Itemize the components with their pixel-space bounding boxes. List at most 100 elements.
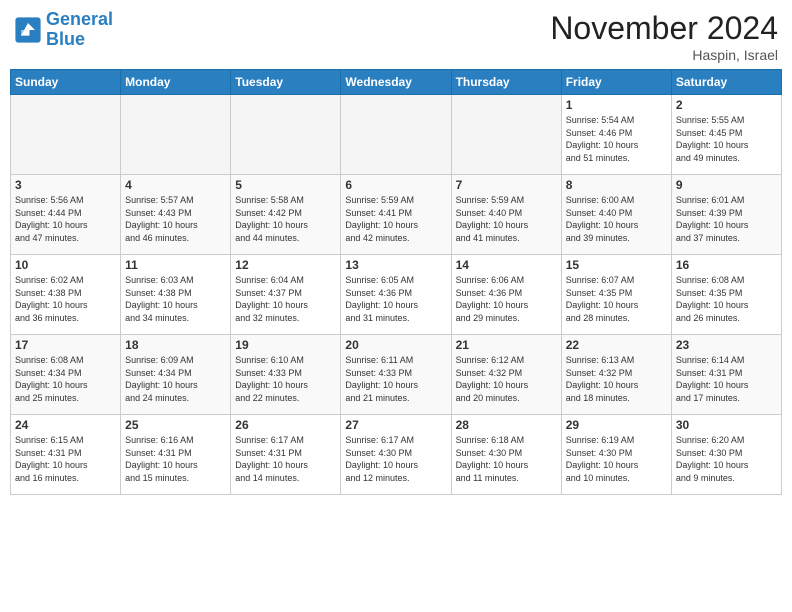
day-number: 18 <box>125 338 226 352</box>
month-title: November 2024 <box>550 10 778 47</box>
calendar-cell: 11Sunrise: 6:03 AM Sunset: 4:38 PM Dayli… <box>121 255 231 335</box>
calendar-cell: 9 Sunrise: 6:01 AM Sunset: 4:39 PM Daylig… <box>671 175 781 255</box>
day-number: 14 <box>456 258 557 272</box>
calendar-week-row: 1Sunrise: 5:54 AM Sunset: 4:46 PM Daylig… <box>11 95 782 175</box>
day-info: Sunrise: 6:03 AM Sunset: 4:38 PM Dayligh… <box>125 274 226 324</box>
day-number: 9 <box>676 178 777 192</box>
calendar-cell: 10 Sunrise: 6:02 AM Sunset: 4:38 PM Dayli… <box>11 255 121 335</box>
calendar-cell: 30 Sunrise: 6:20 AM Sunset: 4:30 PM Dayli… <box>671 415 781 495</box>
calendar-cell: 4Sunrise: 5:57 AM Sunset: 4:43 PM Daylig… <box>121 175 231 255</box>
calendar-week-row: 24 Sunrise: 6:15 AM Sunset: 4:31 PM Dayli… <box>11 415 782 495</box>
day-info: Sunrise: 6:04 AM Sunset: 4:37 PM Dayligh… <box>235 274 336 324</box>
day-number: 10 <box>15 258 116 272</box>
calendar-cell: 28 Sunrise: 6:18 AM Sunset: 4:30 PM Dayli… <box>451 415 561 495</box>
calendar-cell: 3 Sunrise: 5:56 AM Sunset: 4:44 PM Daylig… <box>11 175 121 255</box>
calendar-cell: 2 Sunrise: 5:55 AM Sunset: 4:45 PM Daylig… <box>671 95 781 175</box>
day-info: Sunrise: 6:07 AM Sunset: 4:35 PM Dayligh… <box>566 274 667 324</box>
day-info: Sunrise: 5:56 AM Sunset: 4:44 PM Dayligh… <box>15 194 116 244</box>
day-info: Sunrise: 5:59 AM Sunset: 4:40 PM Dayligh… <box>456 194 557 244</box>
calendar-table: SundayMondayTuesdayWednesdayThursdayFrid… <box>10 69 782 495</box>
day-number: 2 <box>676 98 777 112</box>
day-info: Sunrise: 5:59 AM Sunset: 4:41 PM Dayligh… <box>345 194 446 244</box>
day-number: 24 <box>15 418 116 432</box>
day-number: 28 <box>456 418 557 432</box>
day-number: 26 <box>235 418 336 432</box>
calendar-cell <box>341 95 451 175</box>
day-info: Sunrise: 6:00 AM Sunset: 4:40 PM Dayligh… <box>566 194 667 244</box>
day-number: 15 <box>566 258 667 272</box>
weekday-header: Monday <box>121 70 231 95</box>
calendar-week-row: 10 Sunrise: 6:02 AM Sunset: 4:38 PM Dayli… <box>11 255 782 335</box>
day-number: 8 <box>566 178 667 192</box>
day-number: 25 <box>125 418 226 432</box>
calendar-cell: 5 Sunrise: 5:58 AM Sunset: 4:42 PM Daylig… <box>231 175 341 255</box>
day-info: Sunrise: 6:10 AM Sunset: 4:33 PM Dayligh… <box>235 354 336 404</box>
day-number: 30 <box>676 418 777 432</box>
calendar-cell: 15 Sunrise: 6:07 AM Sunset: 4:35 PM Dayli… <box>561 255 671 335</box>
calendar-cell: 22 Sunrise: 6:13 AM Sunset: 4:32 PM Dayli… <box>561 335 671 415</box>
day-info: Sunrise: 6:14 AM Sunset: 4:31 PM Dayligh… <box>676 354 777 404</box>
day-info: Sunrise: 6:17 AM Sunset: 4:30 PM Dayligh… <box>345 434 446 484</box>
calendar-cell: 18 Sunrise: 6:09 AM Sunset: 4:34 PM Dayli… <box>121 335 231 415</box>
day-number: 6 <box>345 178 446 192</box>
calendar-week-row: 17Sunrise: 6:08 AM Sunset: 4:34 PM Dayli… <box>11 335 782 415</box>
weekday-header: Wednesday <box>341 70 451 95</box>
day-info: Sunrise: 6:01 AM Sunset: 4:39 PM Dayligh… <box>676 194 777 244</box>
calendar-cell: 7Sunrise: 5:59 AM Sunset: 4:40 PM Daylig… <box>451 175 561 255</box>
calendar-cell: 13Sunrise: 6:05 AM Sunset: 4:36 PM Dayli… <box>341 255 451 335</box>
calendar-week-row: 3 Sunrise: 5:56 AM Sunset: 4:44 PM Daylig… <box>11 175 782 255</box>
day-info: Sunrise: 6:16 AM Sunset: 4:31 PM Dayligh… <box>125 434 226 484</box>
logo-line1: General <box>46 9 113 29</box>
page-header: General Blue November 2024 Haspin, Israe… <box>10 10 782 63</box>
day-number: 23 <box>676 338 777 352</box>
day-info: Sunrise: 5:54 AM Sunset: 4:46 PM Dayligh… <box>566 114 667 164</box>
day-info: Sunrise: 6:13 AM Sunset: 4:32 PM Dayligh… <box>566 354 667 404</box>
day-info: Sunrise: 6:17 AM Sunset: 4:31 PM Dayligh… <box>235 434 336 484</box>
calendar-cell: 8 Sunrise: 6:00 AM Sunset: 4:40 PM Daylig… <box>561 175 671 255</box>
day-number: 4 <box>125 178 226 192</box>
weekday-header: Tuesday <box>231 70 341 95</box>
weekday-header-row: SundayMondayTuesdayWednesdayThursdayFrid… <box>11 70 782 95</box>
calendar-cell <box>231 95 341 175</box>
day-number: 5 <box>235 178 336 192</box>
weekday-header: Sunday <box>11 70 121 95</box>
day-number: 3 <box>15 178 116 192</box>
day-info: Sunrise: 6:12 AM Sunset: 4:32 PM Dayligh… <box>456 354 557 404</box>
day-number: 21 <box>456 338 557 352</box>
calendar-cell: 16 Sunrise: 6:08 AM Sunset: 4:35 PM Dayli… <box>671 255 781 335</box>
day-number: 27 <box>345 418 446 432</box>
calendar-cell: 26 Sunrise: 6:17 AM Sunset: 4:31 PM Dayli… <box>231 415 341 495</box>
day-info: Sunrise: 6:08 AM Sunset: 4:35 PM Dayligh… <box>676 274 777 324</box>
location: Haspin, Israel <box>550 47 778 63</box>
calendar-cell: 1Sunrise: 5:54 AM Sunset: 4:46 PM Daylig… <box>561 95 671 175</box>
day-info: Sunrise: 6:20 AM Sunset: 4:30 PM Dayligh… <box>676 434 777 484</box>
day-number: 22 <box>566 338 667 352</box>
calendar-cell: 25 Sunrise: 6:16 AM Sunset: 4:31 PM Dayli… <box>121 415 231 495</box>
calendar-cell: 20Sunrise: 6:11 AM Sunset: 4:33 PM Dayli… <box>341 335 451 415</box>
day-info: Sunrise: 5:58 AM Sunset: 4:42 PM Dayligh… <box>235 194 336 244</box>
day-info: Sunrise: 6:02 AM Sunset: 4:38 PM Dayligh… <box>15 274 116 324</box>
calendar-cell: 6 Sunrise: 5:59 AM Sunset: 4:41 PM Daylig… <box>341 175 451 255</box>
day-number: 12 <box>235 258 336 272</box>
day-info: Sunrise: 6:15 AM Sunset: 4:31 PM Dayligh… <box>15 434 116 484</box>
calendar-cell: 29Sunrise: 6:19 AM Sunset: 4:30 PM Dayli… <box>561 415 671 495</box>
day-info: Sunrise: 6:09 AM Sunset: 4:34 PM Dayligh… <box>125 354 226 404</box>
calendar-cell: 23 Sunrise: 6:14 AM Sunset: 4:31 PM Dayli… <box>671 335 781 415</box>
calendar-cell <box>451 95 561 175</box>
day-number: 29 <box>566 418 667 432</box>
day-info: Sunrise: 6:18 AM Sunset: 4:30 PM Dayligh… <box>456 434 557 484</box>
calendar-cell: 14 Sunrise: 6:06 AM Sunset: 4:36 PM Dayli… <box>451 255 561 335</box>
weekday-header: Thursday <box>451 70 561 95</box>
weekday-header: Saturday <box>671 70 781 95</box>
day-number: 16 <box>676 258 777 272</box>
calendar-cell: 17Sunrise: 6:08 AM Sunset: 4:34 PM Dayli… <box>11 335 121 415</box>
day-info: Sunrise: 5:55 AM Sunset: 4:45 PM Dayligh… <box>676 114 777 164</box>
logo-text: General Blue <box>46 10 113 50</box>
weekday-header: Friday <box>561 70 671 95</box>
day-info: Sunrise: 6:06 AM Sunset: 4:36 PM Dayligh… <box>456 274 557 324</box>
calendar-cell: 27 Sunrise: 6:17 AM Sunset: 4:30 PM Dayli… <box>341 415 451 495</box>
day-info: Sunrise: 6:11 AM Sunset: 4:33 PM Dayligh… <box>345 354 446 404</box>
day-info: Sunrise: 6:05 AM Sunset: 4:36 PM Dayligh… <box>345 274 446 324</box>
day-number: 17 <box>15 338 116 352</box>
calendar-cell <box>121 95 231 175</box>
